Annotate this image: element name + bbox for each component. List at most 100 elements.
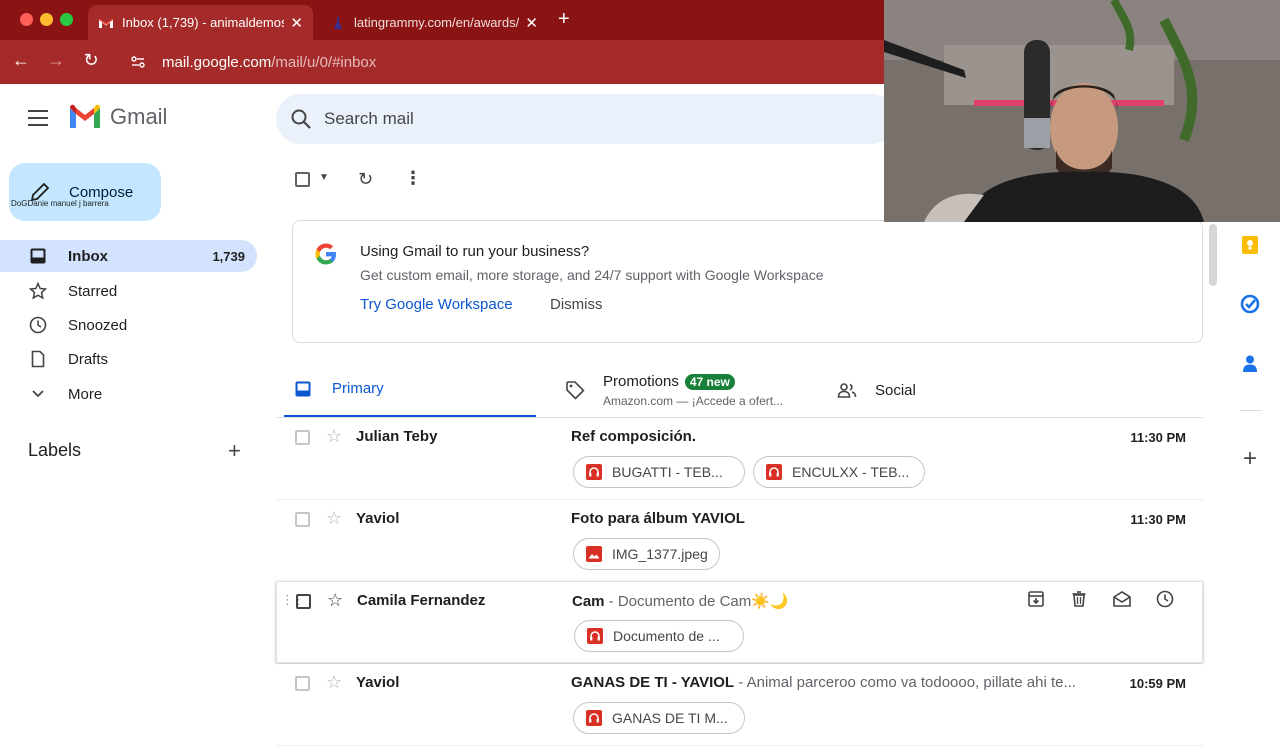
reload-button[interactable]: ↻	[79, 50, 103, 71]
audio-file-icon	[766, 464, 782, 480]
search-icon[interactable]	[290, 108, 312, 130]
attachment-chip[interactable]: ENCULXX - TEB...	[753, 456, 925, 488]
compose-button[interactable]: Compose DoGDanie manuel j barrera	[9, 163, 161, 221]
sidebar-item-drafts[interactable]: Drafts	[0, 343, 257, 375]
email-row[interactable]: ⋮⋮ ☆ Camila Fernandez Cam - Documento de…	[276, 581, 1203, 663]
sidebar-item-label: Inbox	[68, 247, 108, 265]
minimize-window-button[interactable]	[40, 13, 53, 26]
mark-read-icon[interactable]	[1100, 590, 1143, 608]
sidebar-item-inbox[interactable]: Inbox 1,739	[0, 240, 257, 272]
more-options-icon[interactable]: ⋮	[404, 168, 422, 189]
add-label-icon[interactable]: +	[228, 438, 241, 464]
email-time: 11:30 PM	[1130, 430, 1186, 445]
row-checkbox[interactable]	[296, 594, 311, 609]
attachment-name: GANAS DE TI M...	[612, 710, 728, 726]
tab-social[interactable]: Social	[835, 362, 1035, 418]
star-icon[interactable]: ☆	[326, 426, 342, 447]
url-path: /mail/u/0/#inbox	[271, 53, 377, 71]
snooze-icon[interactable]	[1143, 590, 1186, 608]
close-tab-icon[interactable]: ✕	[290, 14, 303, 32]
tab-promotions[interactable]: Promotions 47 new Amazon.com — ¡Accede a …	[560, 362, 820, 418]
browser-tab-gmail[interactable]: Inbox (1,739) - animaldemos@ ✕	[88, 5, 313, 40]
site-settings-icon[interactable]	[130, 54, 146, 70]
row-checkbox[interactable]	[295, 512, 310, 527]
search-input[interactable]: Search mail	[324, 109, 414, 129]
add-addon-icon[interactable]: +	[1239, 445, 1261, 472]
tab-primary[interactable]: Primary	[284, 362, 536, 418]
gmail-m-icon	[70, 104, 100, 128]
attachment-chip[interactable]: IMG_1377.jpeg	[573, 538, 720, 570]
email-subject: Cam	[572, 593, 605, 610]
tag-icon	[566, 381, 585, 400]
tasks-icon[interactable]	[1239, 293, 1261, 315]
attachment-name: ENCULXX - TEB...	[792, 464, 910, 480]
gmail-logo[interactable]: Gmail	[68, 104, 167, 130]
gmail-favicon-icon	[98, 17, 114, 28]
attachment-name: BUGATTI - TEB...	[612, 464, 723, 480]
try-workspace-link[interactable]: Try Google Workspace	[360, 296, 513, 313]
email-row[interactable]: ☆ Yaviol Foto para álbum YAVIOL 11:30 PM…	[276, 500, 1203, 582]
row-checkbox[interactable]	[295, 676, 310, 691]
email-subject: GANAS DE TI - YAVIOL	[571, 674, 735, 691]
back-button[interactable]: ←	[9, 50, 33, 71]
email-time: 11:30 PM	[1130, 512, 1186, 527]
stream-overlay-text: DoGDanie manuel j barrera	[11, 199, 109, 208]
star-icon[interactable]: ☆	[326, 508, 342, 529]
sidebar-item-label: Starred	[68, 282, 118, 300]
url-field[interactable]: mail.google.com/mail/u/0/#inbox	[120, 46, 900, 78]
audio-file-icon	[587, 628, 603, 644]
labels-heading: Labels	[28, 440, 82, 460]
email-row[interactable]: ☆ Yaviol GANAS DE TI - YAVIOL - Animal p…	[276, 664, 1203, 746]
email-subject: Foto para álbum YAVIOL	[571, 510, 745, 527]
email-row[interactable]: ☆ Julian Teby Ref composición. 11:30 PM …	[276, 418, 1203, 500]
promo-subtitle: Get custom email, more storage, and 24/7…	[360, 267, 824, 283]
attachment-name: Documento de ...	[613, 628, 720, 644]
sidebar-item-label: Snoozed	[68, 316, 128, 334]
dismiss-button[interactable]: Dismiss	[550, 296, 603, 313]
browser-tab-latingrammy[interactable]: latingrammy.com/en/awards/ ✕	[320, 5, 548, 40]
new-tab-button[interactable]: +	[558, 8, 570, 31]
email-subject-line: GANAS DE TI - YAVIOL - Animal parceroo c…	[571, 674, 1091, 691]
email-subject-line: Cam - Documento de Cam☀️🌙	[572, 592, 892, 610]
refresh-icon[interactable]: ↻	[358, 169, 373, 190]
sidebar-item-snoozed[interactable]: Snoozed	[0, 309, 257, 341]
attachment-chip[interactable]: Documento de ...	[574, 620, 744, 652]
email-snippet: - Animal parceroo como va todoooo, pilla…	[734, 674, 1076, 691]
tab-title: Inbox (1,739) - animaldemos@	[122, 15, 285, 30]
scrollbar[interactable]	[1209, 224, 1217, 286]
close-tab-icon[interactable]: ✕	[525, 14, 538, 32]
close-window-button[interactable]	[20, 13, 33, 26]
attachment-chip[interactable]: GANAS DE TI M...	[573, 702, 745, 734]
sidebar-item-starred[interactable]: Starred	[0, 275, 257, 307]
contacts-icon[interactable]	[1239, 352, 1261, 374]
inbox-count: 1,739	[212, 248, 245, 264]
promo-title: Using Gmail to run your business?	[360, 243, 590, 260]
people-icon	[837, 383, 857, 398]
star-icon[interactable]: ☆	[327, 590, 343, 611]
forward-button[interactable]: →	[44, 50, 68, 71]
row-checkbox[interactable]	[295, 430, 310, 445]
star-icon[interactable]: ☆	[326, 672, 342, 693]
main-menu-icon[interactable]	[28, 110, 48, 126]
keep-icon[interactable]	[1239, 234, 1261, 256]
zoom-window-button[interactable]	[60, 13, 73, 26]
image-file-icon	[586, 546, 602, 562]
email-sender: Camila Fernandez	[357, 592, 486, 609]
side-panel-divider	[1240, 410, 1262, 411]
tab-title: latingrammy.com/en/awards/	[354, 15, 520, 30]
select-all-checkbox[interactable]	[295, 172, 310, 187]
row-actions	[1014, 590, 1186, 608]
audio-file-icon	[586, 464, 602, 480]
archive-icon[interactable]	[1014, 590, 1057, 608]
email-subject-line: Ref composición.	[571, 428, 1091, 445]
select-dropdown-icon[interactable]: ▼	[319, 172, 329, 183]
app-name: Gmail	[110, 104, 168, 129]
search-bar[interactable]: Search mail	[276, 94, 896, 144]
google-g-icon	[315, 243, 336, 265]
inbox-icon	[28, 246, 48, 266]
email-snippet: - Documento de Cam☀️🌙	[604, 593, 789, 610]
attachment-chip[interactable]: BUGATTI - TEB...	[573, 456, 745, 488]
sidebar-item-more[interactable]: More	[0, 378, 257, 410]
delete-icon[interactable]	[1057, 590, 1100, 608]
new-count-badge: 47 new	[684, 373, 735, 390]
